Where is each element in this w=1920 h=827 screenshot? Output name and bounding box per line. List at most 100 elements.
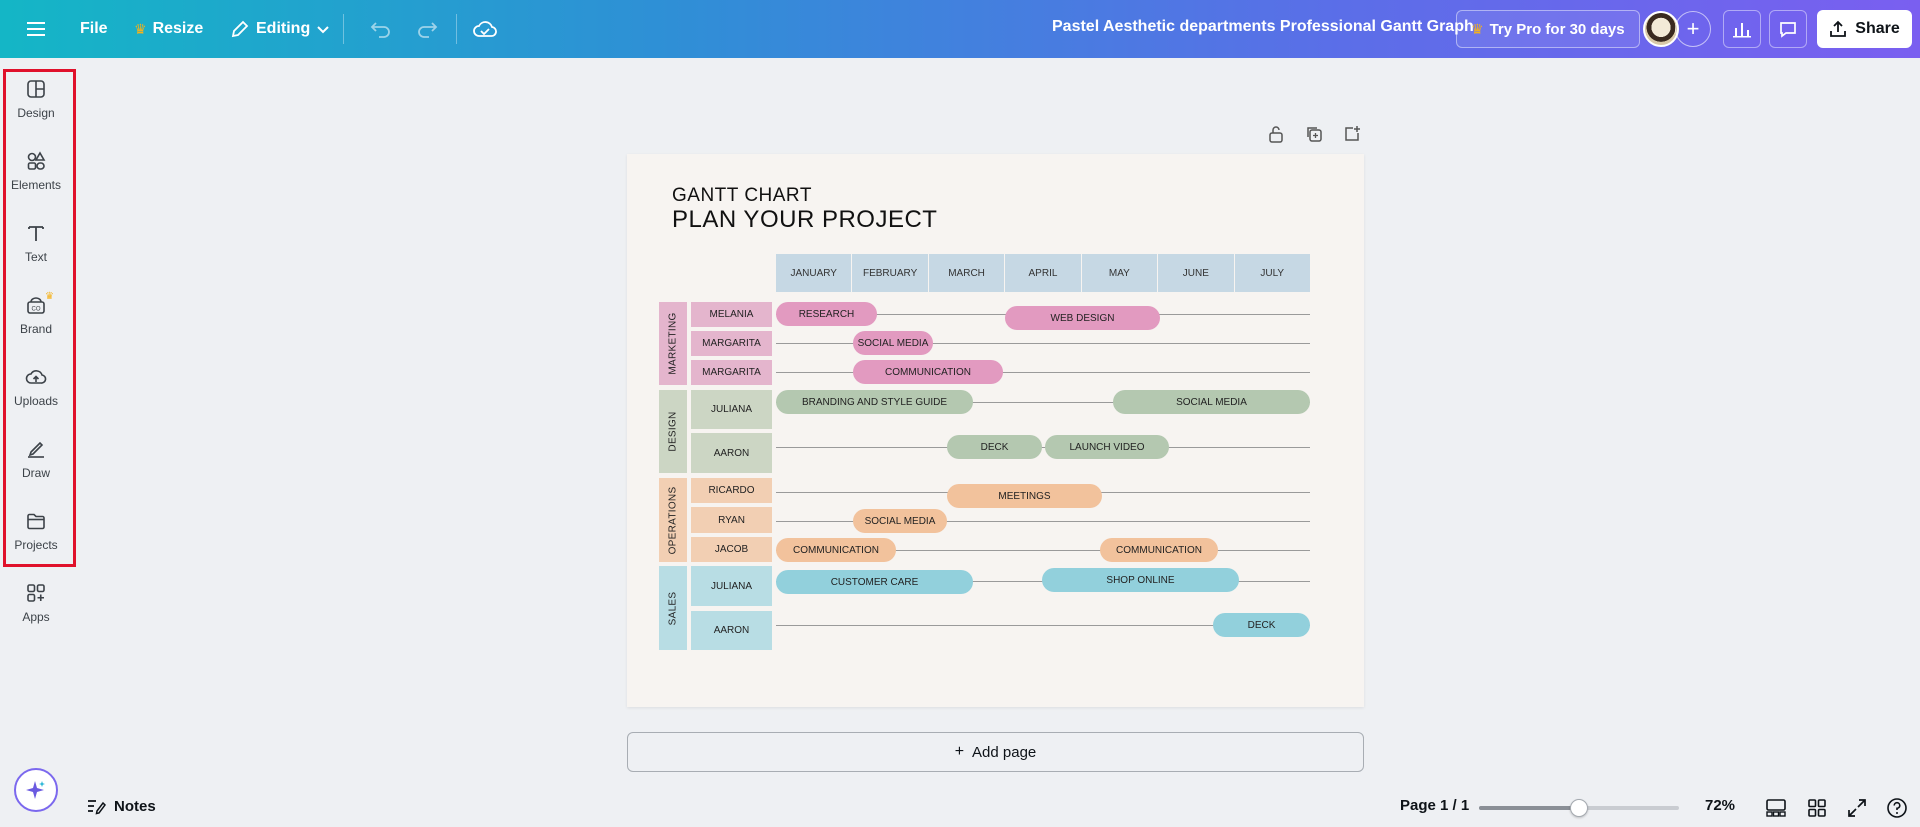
dept-label: DESIGN — [667, 411, 679, 452]
resize-label: Resize — [152, 20, 204, 37]
duplicate-page-icon[interactable] — [1304, 124, 1324, 144]
sidebar-item-label: Apps — [22, 610, 50, 624]
cloud-saved-icon[interactable] — [466, 10, 504, 48]
task-bar[interactable]: SOCIAL MEDIA — [1113, 390, 1310, 414]
month-cell: JULY — [1260, 267, 1285, 279]
avatar[interactable] — [1643, 11, 1679, 47]
insights-button[interactable] — [1723, 10, 1761, 48]
add-page-icon[interactable] — [1342, 124, 1362, 144]
person-cell: RYAN — [691, 507, 772, 533]
comment-icon — [1780, 22, 1796, 38]
file-label: File — [80, 20, 108, 37]
divider — [343, 14, 344, 44]
person-cell: MARGARITA — [691, 360, 772, 385]
bar-chart-icon — [1733, 23, 1751, 38]
person-cell: AARON — [691, 611, 772, 650]
resize-button[interactable]: ♛ Resize — [122, 10, 215, 48]
person-cell: JACOB — [691, 537, 772, 562]
task-bar[interactable]: MEETINGS — [947, 484, 1102, 508]
dept-label: MARKETING — [667, 312, 679, 375]
sidebar-item-apps[interactable]: Apps — [0, 572, 72, 634]
month-header: JANUARY FEBRUARY MARCH APRIL MAY JUNE JU… — [776, 254, 1310, 292]
add-page-button[interactable]: + Add page — [627, 732, 1364, 772]
lock-icon[interactable] — [1266, 124, 1286, 144]
sidebar-highlight-box — [3, 69, 76, 567]
task-bar[interactable]: CUSTOMER CARE — [776, 570, 973, 594]
zoom-level[interactable]: 72% — [1705, 797, 1735, 814]
zoom-slider-thumb[interactable] — [1570, 799, 1588, 817]
task-bar[interactable]: DECK — [1213, 613, 1310, 637]
plus-icon: + — [954, 743, 965, 760]
crown-icon: ♛ — [134, 20, 147, 37]
person-cell: AARON — [691, 433, 772, 473]
divider — [456, 14, 457, 44]
task-bar[interactable]: DECK — [947, 435, 1042, 459]
dept-operations: OPERATIONS — [659, 478, 687, 562]
magic-assistant-button[interactable] — [14, 768, 58, 812]
grid-view-icon[interactable] — [1805, 796, 1829, 820]
notes-icon — [88, 800, 106, 815]
task-bar[interactable]: COMMUNICATION — [776, 538, 896, 562]
task-bar[interactable]: COMMUNICATION — [853, 360, 1003, 384]
page-view-icon[interactable] — [1764, 796, 1788, 820]
month-cell: JUNE — [1158, 254, 1235, 292]
top-bar: File ♛ Resize Editing Pastel Aesthetic d… — [0, 0, 1920, 58]
task-bar[interactable]: WEB DESIGN — [1005, 306, 1160, 330]
gantt-subtitle[interactable]: GANTT CHART — [672, 185, 812, 207]
design-page[interactable]: GANTT CHART PLAN YOUR PROJECT JANUARY FE… — [627, 154, 1364, 707]
plus-icon: + — [1686, 16, 1700, 41]
comments-button[interactable] — [1769, 10, 1807, 48]
dept-sales: SALES — [659, 566, 687, 650]
page-indicator[interactable]: Page 1 / 1 — [1400, 797, 1469, 814]
notes-label: Notes — [114, 797, 156, 815]
row-line — [776, 447, 1310, 448]
zoom-slider[interactable] — [1479, 799, 1679, 817]
add-collaborator-button[interactable]: + — [1675, 11, 1711, 47]
zoom-slider-fill — [1479, 806, 1579, 810]
editing-mode-button[interactable]: Editing — [218, 10, 342, 48]
task-bar[interactable]: BRANDING AND STYLE GUIDE — [776, 390, 973, 414]
person-cell: MARGARITA — [691, 331, 772, 356]
upload-share-icon — [1830, 20, 1847, 37]
file-menu-button[interactable]: File — [68, 10, 120, 48]
dept-label: OPERATIONS — [667, 486, 679, 554]
notes-button[interactable]: Notes — [86, 797, 156, 815]
page-toolbar — [1266, 124, 1362, 144]
month-cell: APRIL — [1005, 254, 1082, 292]
gantt-title[interactable]: PLAN YOUR PROJECT — [672, 206, 937, 234]
task-bar[interactable]: LAUNCH VIDEO — [1045, 435, 1169, 459]
document-title[interactable]: Pastel Aesthetic departments Professiona… — [1052, 18, 1474, 36]
task-bar[interactable]: RESEARCH — [776, 302, 877, 326]
try-pro-button[interactable]: ♛ Try Pro for 30 days — [1456, 10, 1640, 48]
add-page-label: Add page — [972, 743, 1037, 761]
pencil-icon — [231, 20, 249, 38]
chevron-down-icon — [317, 26, 329, 34]
task-bar[interactable]: SOCIAL MEDIA — [853, 331, 933, 355]
month-cell: MARCH — [929, 254, 1006, 292]
try-pro-label: Try Pro for 30 days — [1489, 20, 1625, 38]
left-sidebar: Design Elements Text ♛ CO Brand Uploads … — [0, 58, 76, 827]
person-cell: JULIANA — [691, 390, 772, 429]
share-button[interactable]: Share — [1817, 10, 1912, 48]
task-bar[interactable]: SOCIAL MEDIA — [853, 509, 947, 533]
dept-label: SALES — [667, 591, 679, 625]
month-cell: MAY — [1082, 254, 1159, 292]
help-icon[interactable] — [1885, 796, 1909, 820]
redo-icon[interactable] — [408, 10, 446, 48]
apps-icon — [27, 584, 45, 602]
person-cell: MELANIA — [691, 302, 772, 327]
editing-label: Editing — [256, 20, 311, 37]
task-bar[interactable]: COMMUNICATION — [1100, 538, 1218, 562]
crown-icon: ♛ — [1471, 20, 1484, 37]
task-bar[interactable]: SHOP ONLINE — [1042, 568, 1239, 592]
share-label: Share — [1855, 20, 1900, 37]
month-cell: JANUARY — [776, 254, 853, 292]
person-cell: JULIANA — [691, 566, 772, 606]
menu-icon[interactable] — [17, 10, 55, 48]
sparkle-icon — [26, 781, 45, 799]
undo-icon[interactable] — [362, 10, 400, 48]
person-cell: RICARDO — [691, 478, 772, 503]
fullscreen-icon[interactable] — [1845, 796, 1869, 820]
dept-marketing: MARKETING — [659, 302, 687, 385]
month-cell: FEBRUARY — [852, 254, 929, 292]
